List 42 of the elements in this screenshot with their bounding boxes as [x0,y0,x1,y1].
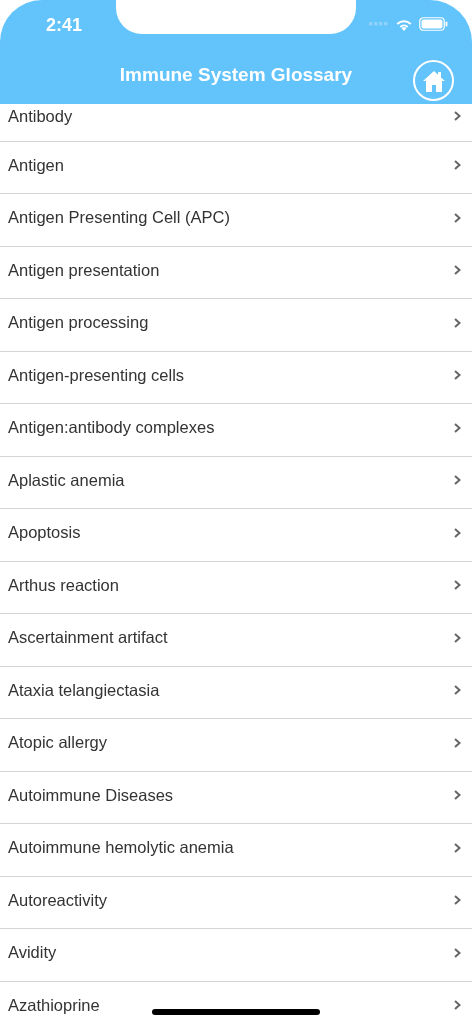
chevron-icon [454,111,461,122]
glossary-row[interactable]: Antigen:antibody complexes [0,404,472,457]
house-icon [421,69,446,92]
glossary-row[interactable]: Antibody [0,104,472,142]
chevron-icon [454,790,461,801]
chevron-icon [454,1000,461,1011]
chevron-icon [454,947,461,958]
chevron-icon [454,212,461,223]
chevron-icon [454,895,461,906]
chevron-icon [454,527,461,538]
glossary-row[interactable]: Antigen [0,141,472,194]
chevron-icon [454,475,461,486]
glossary-row[interactable]: Ascertainment artifact [0,614,472,667]
chevron-icon [454,370,461,381]
wifi-icon [395,17,413,31]
chevron-icon [454,265,461,276]
glossary-row[interactable]: Autoimmune hemolytic anemia [0,824,472,877]
chevron-icon [454,422,461,433]
home-button[interactable] [413,60,454,101]
glossary-row[interactable]: Autoimmune Diseases [0,771,472,824]
chevron-icon [454,737,461,748]
glossary-row[interactable]: Antigen presentation [0,246,472,299]
glossary-row[interactable]: Antigen Presenting Cell (APC) [0,194,472,247]
chevron-icon [454,160,461,171]
glossary-row[interactable]: Antigen processing [0,299,472,352]
glossary-row[interactable]: Autoreactivity [0,876,472,929]
glossary-row[interactable]: Ataxia telangiectasia [0,666,472,719]
nav-title: Immune System Glossary [119,64,353,86]
glossary-row[interactable]: Aplastic anemia [0,456,472,509]
status-time: 2:41 [46,15,83,36]
glossary-row[interactable]: Atopic allergy [0,719,472,772]
chevron-icon [454,317,461,328]
glossary-row[interactable]: Apoptosis [0,509,472,562]
chevron-icon [454,842,461,853]
glossary-row[interactable]: Antigen-presenting cells [0,351,472,404]
battery-icon [419,17,448,31]
signal-icon [369,22,389,26]
chevron-icon [454,580,461,591]
glossary-row[interactable]: Avidity [0,929,472,982]
chevron-icon [454,685,461,696]
chevron-icon [454,632,461,643]
glossary-row[interactable]: Arthus reaction [0,561,472,614]
